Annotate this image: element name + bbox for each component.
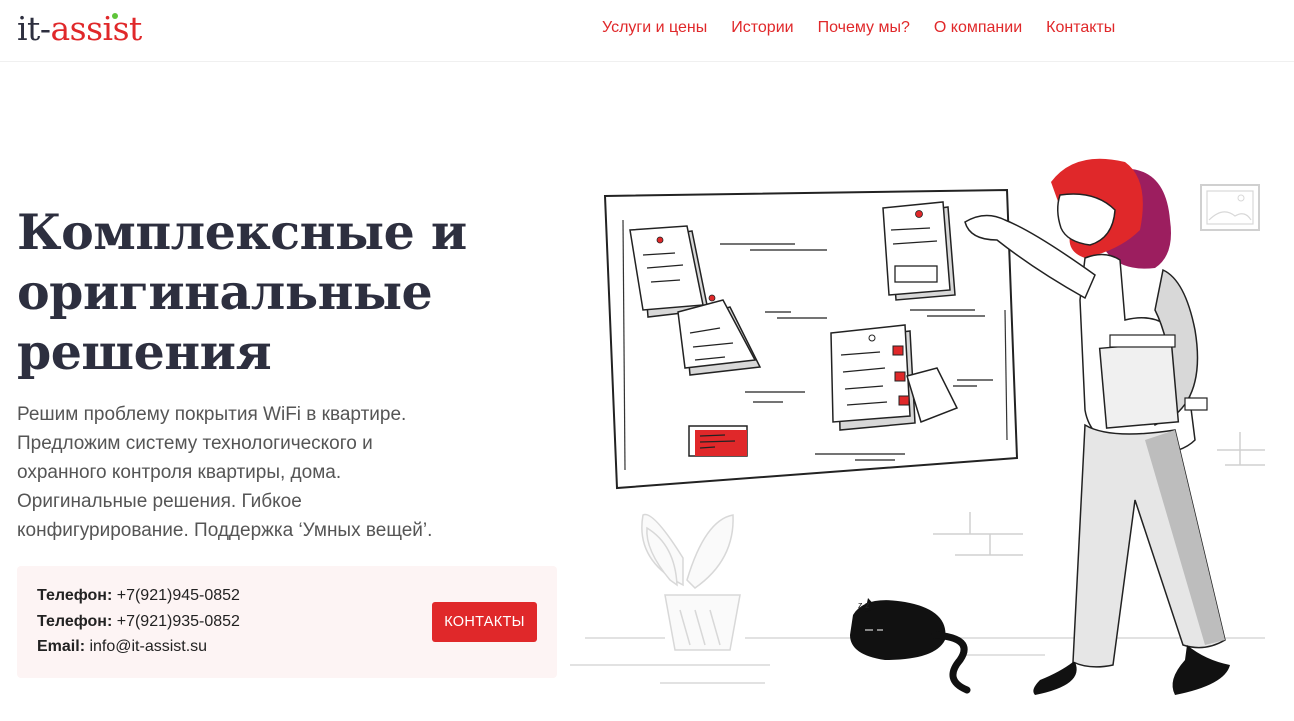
hero-description: Решим проблему покрытия WiFi в квартире.… [17, 400, 467, 545]
nav-about[interactable]: О компании [934, 18, 1022, 38]
corkboard-illustration [603, 188, 1019, 490]
logo-dash: - [39, 9, 51, 48]
hero-title-line: Комплексные и [17, 203, 467, 261]
nav-stories[interactable]: Истории [731, 18, 793, 38]
cat-illustration: z z [850, 598, 971, 694]
hero-description-line: охранного контроля квартиры, дома. [17, 462, 342, 483]
hero-description-line: Предложим систему технологического и [17, 433, 373, 454]
phone-value[interactable]: +7(921)935-0852 [112, 613, 240, 630]
email: Email: info@it-assist.su [37, 634, 240, 660]
phone-1: Телефон: +7(921)945-0852 [37, 583, 240, 609]
email-label: Email: [37, 638, 86, 655]
hero-description-line: конфигурирование. Поддержка ‘Умных вещей… [17, 520, 433, 541]
logo[interactable]: it-assist [17, 9, 142, 49]
email-value[interactable]: info@it-assist.su [85, 638, 207, 655]
plant-illustration [641, 513, 741, 651]
hero-title-line: оригинальные [17, 263, 433, 321]
logo-text-assist: assist [50, 9, 142, 48]
hero-title-line: решения [17, 323, 272, 381]
contact-lines: Телефон: +7(921)945-0852 Телефон: +7(921… [37, 583, 240, 660]
logo-text-it: it [17, 9, 40, 48]
phone-2: Телефон: +7(921)935-0852 [37, 609, 240, 635]
main-nav: Услуги и цены Истории Почему мы? О компа… [602, 18, 1115, 38]
picture-frame-icon [1200, 184, 1260, 231]
phone-label: Телефон: [37, 612, 113, 630]
nav-services[interactable]: Услуги и цены [602, 18, 707, 38]
contacts-button[interactable]: КОНТАКТЫ [432, 602, 537, 642]
phone-value[interactable]: +7(921)945-0852 [112, 587, 240, 604]
nav-contacts[interactable]: Контакты [1046, 18, 1115, 38]
contact-box: Телефон: +7(921)945-0852 Телефон: +7(921… [17, 566, 557, 678]
site-header: it-assist Услуги и цены Истории Почему м… [0, 0, 1294, 62]
hero-title: Комплексные и оригинальные решения [17, 202, 537, 382]
sleep-z-icon: z z [858, 600, 870, 610]
hero-description-line: Решим проблему покрытия WiFi в квартире. [17, 404, 407, 425]
nav-why-us[interactable]: Почему мы? [818, 18, 910, 38]
hero-illustration: z z [570, 158, 1265, 695]
phone-label: Телефон: [37, 587, 113, 604]
hero-description-line: Оригинальные решения. Гибкое [17, 491, 302, 512]
